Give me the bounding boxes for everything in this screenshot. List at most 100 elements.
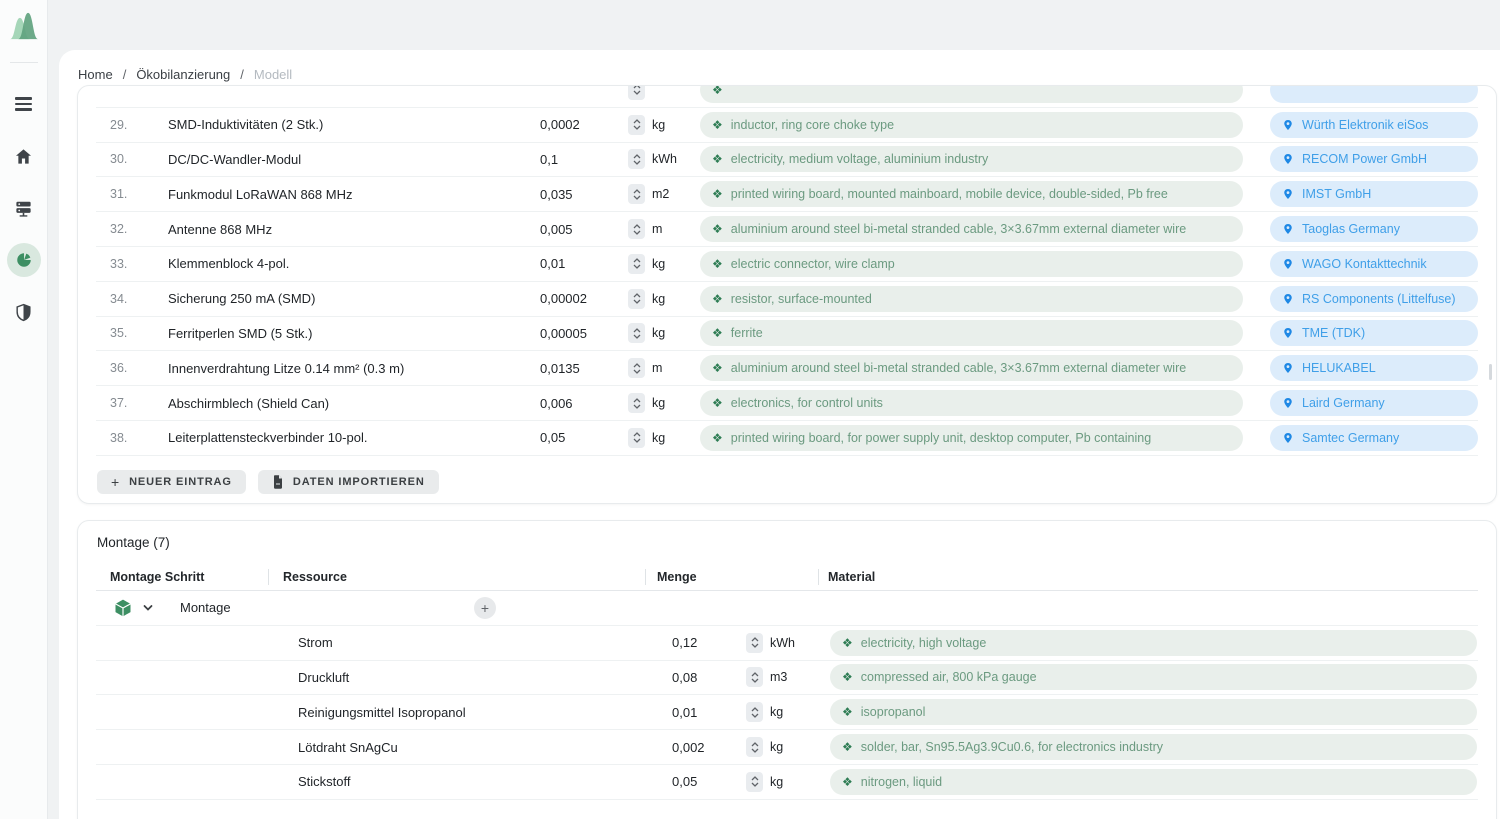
component-name: DC/DC-Wandler-Modul (168, 152, 540, 167)
row-number: 37. (96, 396, 168, 410)
supplier-pill[interactable]: Samtec Germany (1270, 425, 1478, 451)
quantity-value[interactable]: 0,05 (540, 430, 628, 445)
scrollbar-thumb[interactable] (1489, 364, 1492, 380)
quantity-value[interactable]: 0,0135 (540, 361, 628, 376)
material-pill[interactable]: ❖ printed wiring board, for power supply… (700, 425, 1243, 451)
import-data-button[interactable]: DATEN IMPORTIEREN (258, 470, 439, 494)
quantity-stepper[interactable] (628, 219, 645, 239)
supplier-pill[interactable]: Taoglas Germany (1270, 216, 1478, 242)
quantity-stepper[interactable] (746, 737, 763, 757)
shield-icon (14, 303, 33, 322)
material-pill[interactable]: ❖ electronics, for control units (700, 390, 1243, 416)
component-name: Ferritperlen SMD (5 Stk.) (168, 326, 540, 341)
quantity-value[interactable]: 0,0002 (540, 117, 628, 132)
pie-chart-icon (15, 251, 33, 269)
quantity-stepper[interactable] (628, 358, 645, 378)
quantity-value[interactable]: 0,01 (645, 705, 746, 720)
quantity-value[interactable]: 0,006 (540, 396, 628, 411)
column-header-menge: Menge (645, 563, 818, 590)
material-pill[interactable]: ❖ solder, bar, Sn95.5Ag3.9Cu0.6, for ele… (830, 734, 1477, 760)
material-pill[interactable]: ❖ ferrite (700, 320, 1243, 346)
sidebar-item-security[interactable] (7, 295, 41, 329)
breadcrumb-oekobilanzierung[interactable]: Ökobilanzierung (136, 67, 230, 82)
location-pin-icon (1282, 187, 1294, 201)
quantity-value[interactable]: 0,1 (540, 152, 628, 167)
material-pill[interactable]: ❖ aluminium around steel bi-metal strand… (700, 216, 1243, 242)
sidebar-item-home[interactable] (7, 139, 41, 173)
supplier-pill[interactable]: Würth Elektronik eiSos (1270, 112, 1478, 138)
component-name: Abschirmblech (Shield Can) (168, 396, 540, 411)
quantity-stepper[interactable] (628, 254, 645, 274)
material-pill[interactable]: ❖ printed wiring board, mounted mainboar… (700, 181, 1243, 207)
location-pin-icon (1282, 361, 1294, 375)
quantity-value[interactable]: 0,00005 (540, 326, 628, 341)
supplier-pill[interactable]: RECOM Power GmbH (1270, 146, 1478, 172)
new-entry-button[interactable]: + NEUER EINTRAG (97, 470, 246, 494)
material-pill[interactable]: ❖ nitrogen, liquid (830, 769, 1477, 795)
supplier-pill[interactable]: TME (TDK) (1270, 320, 1478, 346)
material-pill[interactable]: ❖ electricity, medium voltage, aluminium… (700, 146, 1243, 172)
material-pill[interactable]: ❖ electric connector, wire clamp (700, 251, 1243, 277)
app-logo-icon[interactable] (6, 8, 42, 44)
quantity-value[interactable]: 0,002 (645, 740, 746, 755)
quantity-stepper[interactable] (746, 633, 763, 653)
supplier-pill[interactable]: RS Components (Littelfuse) (1270, 286, 1478, 312)
quantity-value[interactable]: 0,12 (645, 635, 746, 650)
breadcrumb-current-modell: Modell (254, 67, 292, 82)
menu-button[interactable] (7, 87, 41, 121)
material-pill[interactable]: ❖ compressed air, 800 kPa gauge (830, 664, 1477, 690)
supplier-pill[interactable]: IMST GmbH (1270, 181, 1478, 207)
quantity-value[interactable]: 0,00002 (540, 291, 628, 306)
quantity-stepper[interactable] (746, 702, 763, 722)
add-resource-button[interactable]: + (474, 597, 496, 619)
component-name: Funkmodul LoRaWAN 868 MHz (168, 187, 540, 202)
supplier-label: Laird Germany (1302, 396, 1385, 410)
quantity-stepper[interactable] (628, 85, 645, 100)
material-category-icon: ❖ (712, 432, 723, 444)
sidebar-item-server[interactable] (7, 191, 41, 225)
quantity-value[interactable]: 0,05 (645, 774, 746, 789)
sidebar-item-lca-active[interactable] (7, 243, 41, 277)
component-name: Sicherung 250 mA (SMD) (168, 291, 540, 306)
montage-card: Montage (7) Montage Schritt Ressource Me… (77, 520, 1497, 819)
quantity-value[interactable]: 0,08 (645, 670, 746, 685)
supplier-pill[interactable] (1270, 85, 1478, 103)
unit-label: kg (652, 257, 665, 271)
table-row: 30. DC/DC-Wandler-Modul 0,1 kWh ❖ elec (96, 143, 1478, 178)
quantity-stepper[interactable] (628, 323, 645, 343)
quantity-stepper[interactable] (628, 428, 645, 448)
supplier-pill[interactable]: Laird Germany (1270, 390, 1478, 416)
quantity-value[interactable]: 0,005 (540, 222, 628, 237)
row-number: 34. (96, 292, 168, 306)
supplier-label: RS Components (Littelfuse) (1302, 292, 1456, 306)
material-pill[interactable]: ❖ isopropanol (830, 699, 1477, 725)
supplier-pill[interactable]: WAGO Kontakttechnik (1270, 251, 1478, 277)
unit-label: kg (652, 431, 665, 445)
breadcrumb-home[interactable]: Home (78, 67, 113, 82)
quantity-stepper[interactable] (628, 149, 645, 169)
material-pill[interactable]: ❖ electricity, high voltage (830, 630, 1477, 656)
quantity-stepper[interactable] (628, 393, 645, 413)
quantity-stepper[interactable] (746, 772, 763, 792)
material-label: inductor, ring core choke type (731, 118, 894, 132)
material-category-icon: ❖ (842, 637, 853, 649)
breadcrumb: Home / Ökobilanzierung / Modell (59, 50, 1500, 82)
sidebar-divider (10, 62, 38, 63)
quantity-value[interactable]: 0,035 (540, 187, 628, 202)
material-pill[interactable]: ❖ inductor, ring core choke type (700, 112, 1243, 138)
unit-label: kg (652, 396, 665, 410)
material-pill[interactable]: ❖ (700, 85, 1243, 103)
table-row: 34. Sicherung 250 mA (SMD) 0,00002 kg ❖ (96, 282, 1478, 317)
quantity-stepper[interactable] (746, 667, 763, 687)
quantity-value[interactable]: 0,01 (540, 256, 628, 271)
unit-label: kWh (652, 152, 677, 166)
quantity-stepper[interactable] (628, 115, 645, 135)
material-pill[interactable]: ❖ resistor, surface-mounted (700, 286, 1243, 312)
material-pill[interactable]: ❖ aluminium around steel bi-metal strand… (700, 355, 1243, 381)
chevron-down-icon[interactable] (141, 601, 155, 615)
supplier-pill[interactable]: HELUKABEL (1270, 355, 1478, 381)
supplier-label: WAGO Kontakttechnik (1302, 257, 1427, 271)
quantity-stepper[interactable] (628, 184, 645, 204)
montage-row: Druckluft 0,08 m3 ❖ compressed air, 800 … (96, 661, 1478, 696)
quantity-stepper[interactable] (628, 289, 645, 309)
